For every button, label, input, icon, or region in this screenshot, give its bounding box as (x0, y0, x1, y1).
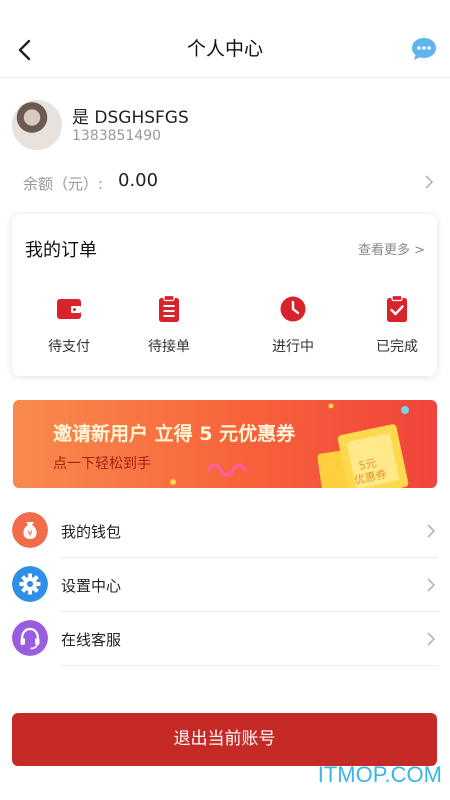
order-status-label: 待接单 (148, 339, 190, 355)
balance-row[interactable]: 余额（元）: 0.00 (12, 168, 438, 198)
divider (60, 665, 438, 666)
message-button[interactable] (410, 36, 438, 62)
menu-item-label: 我的钱包 (61, 523, 122, 541)
menu-item-customer-service[interactable]: 在线客服 (12, 612, 438, 666)
chevron-right-icon (427, 524, 436, 538)
gear-icon (12, 566, 48, 602)
site-watermark: ITMOP.COM (317, 762, 442, 787)
balance-label: 余额（元）: (23, 175, 104, 193)
menu-item-wallet[interactable]: ¥ 我的钱包 (12, 504, 438, 558)
user-profile[interactable]: 是 DSGHSFGS 1383851490 (12, 98, 438, 154)
order-status-pending-payment[interactable]: 待支付 (24, 294, 114, 360)
order-status-label: 待支付 (48, 339, 90, 355)
chevron-right-icon (427, 632, 436, 646)
clipboard-check-icon (387, 294, 407, 322)
order-status-in-progress[interactable]: 进行中 (248, 294, 338, 360)
clock-icon (280, 296, 306, 322)
money-bag-icon: ¥ (12, 512, 48, 548)
headset-icon (12, 620, 48, 656)
invite-promo-banner[interactable]: 邀请新用户 立得 5 元优惠券 点一下轻松到手 5元 优惠券 (13, 400, 437, 488)
banner-title: 邀请新用户 立得 5 元优惠券 (53, 423, 296, 445)
order-status-label: 已完成 (376, 339, 418, 355)
orders-title: 我的订单 (25, 240, 97, 261)
menu-item-label: 在线客服 (61, 631, 122, 649)
order-status-label: 进行中 (272, 339, 314, 355)
user-name: 是 DSGHSFGS (72, 108, 189, 128)
orders-card: 我的订单 查看更多 > 待支付 待接单 进行中 已完成 (12, 214, 437, 376)
order-status-completed[interactable]: 已完成 (352, 294, 442, 360)
chat-bubble-icon (412, 38, 436, 60)
balance-value: 0.00 (118, 170, 159, 191)
clipboard-icon (159, 294, 179, 322)
order-status-awaiting-acceptance[interactable]: 待接单 (124, 294, 214, 360)
top-nav-bar: 个人中心 (0, 0, 450, 78)
order-status-grid: 待支付 待接单 进行中 已完成 (12, 294, 437, 364)
menu-list: ¥ 我的钱包 设置中心 在线客服 (12, 504, 438, 666)
chevron-right-icon (427, 578, 436, 592)
page-title: 个人中心 (186, 38, 263, 60)
wallet-icon (57, 299, 81, 319)
avatar[interactable] (12, 100, 62, 150)
svg-text:¥: ¥ (27, 529, 32, 538)
logout-button[interactable]: 退出当前账号 (12, 713, 437, 766)
chevron-right-icon (425, 175, 434, 189)
user-phone: 1383851490 (72, 128, 162, 144)
view-more-link[interactable]: 查看更多 > (358, 239, 425, 258)
menu-item-label: 设置中心 (61, 577, 122, 595)
banner-subtitle: 点一下轻松到手 (53, 456, 151, 472)
menu-item-settings[interactable]: 设置中心 (12, 558, 438, 612)
